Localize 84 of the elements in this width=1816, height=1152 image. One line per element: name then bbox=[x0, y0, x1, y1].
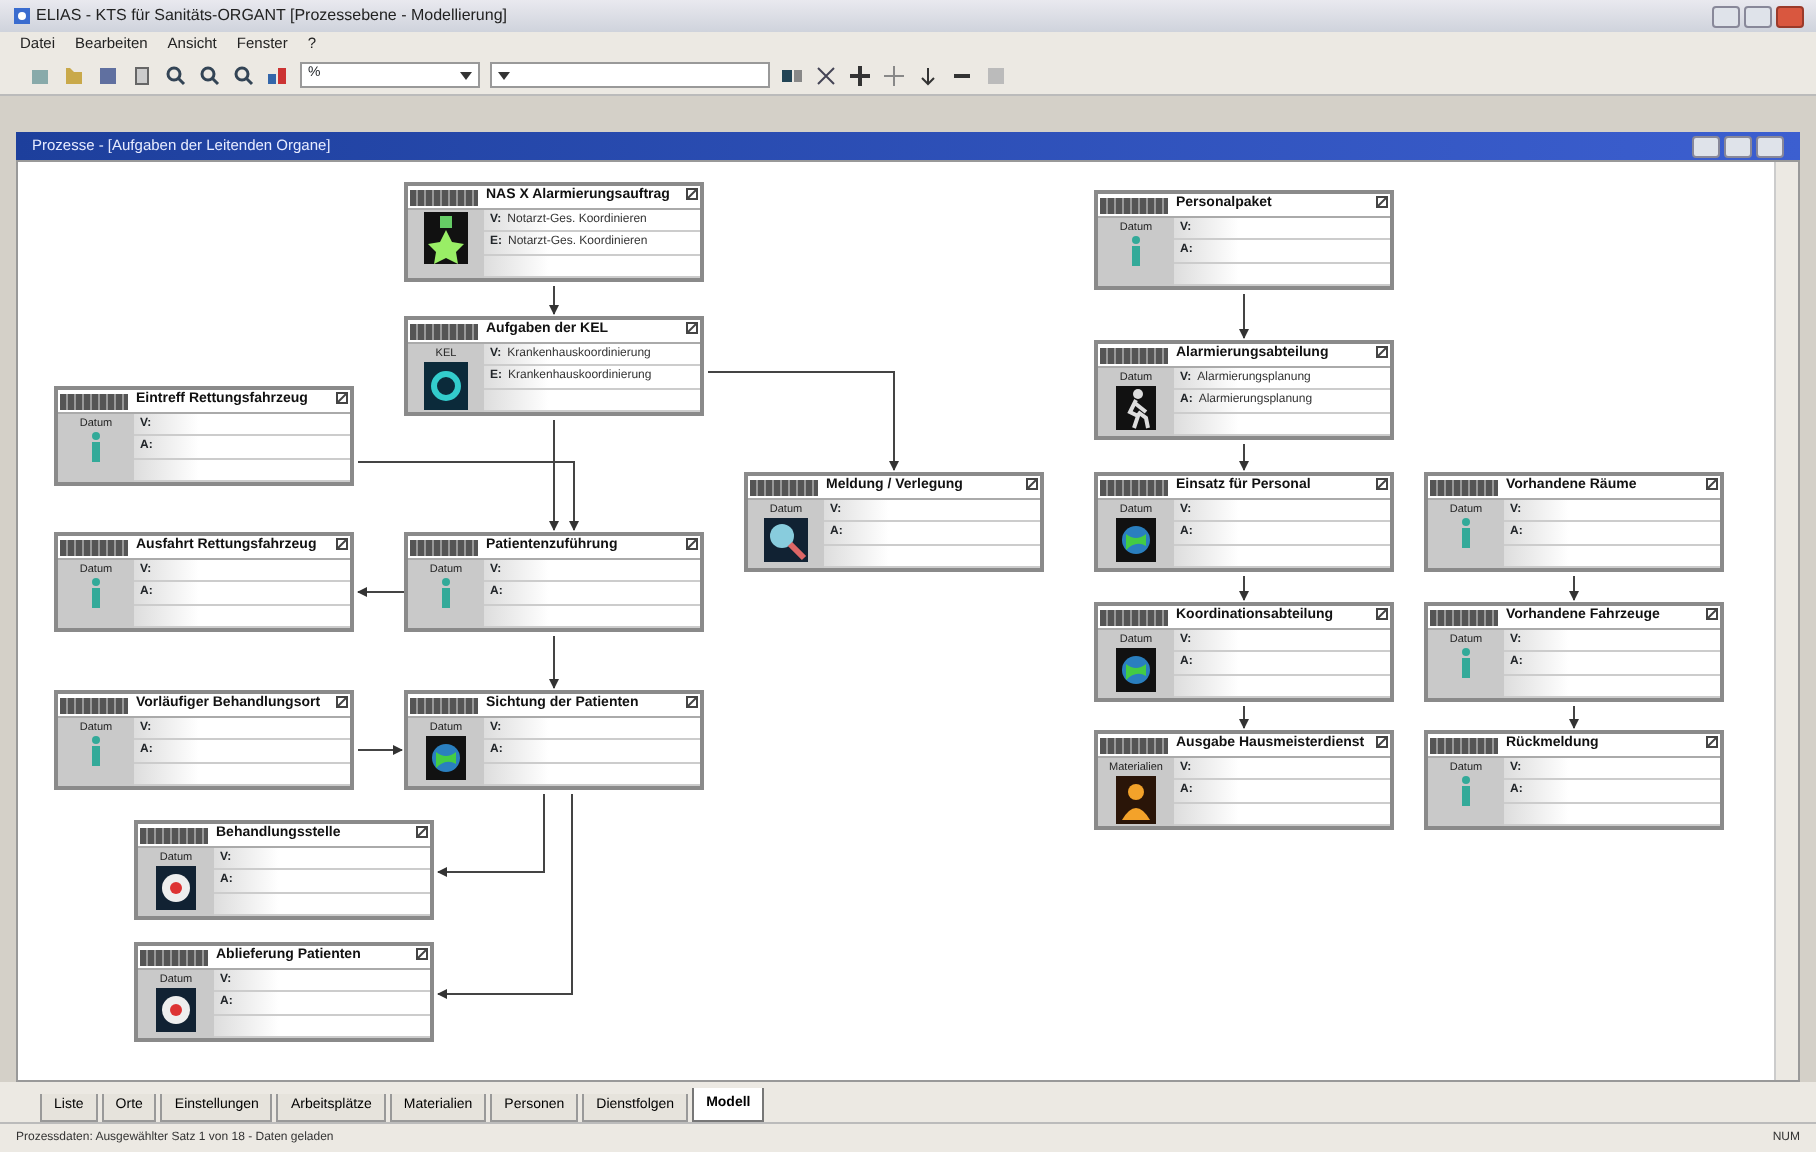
id-code-bar bbox=[1100, 479, 1168, 495]
figure-icon bbox=[1462, 648, 1470, 679]
search-icon[interactable] bbox=[232, 63, 256, 87]
connector-arrow bbox=[549, 635, 559, 689]
caret-icon bbox=[498, 71, 510, 79]
globe-icon bbox=[1116, 648, 1156, 693]
id-code-bar bbox=[1430, 609, 1498, 625]
scrollbar[interactable] bbox=[1774, 162, 1798, 1080]
expand-icon[interactable] bbox=[416, 948, 428, 960]
id-code-bar bbox=[1100, 609, 1168, 625]
id-code-bar bbox=[140, 949, 208, 965]
id-code-bar bbox=[1100, 347, 1168, 363]
arrow-icon[interactable] bbox=[916, 63, 940, 87]
figure-icon bbox=[1462, 776, 1470, 807]
connector-arrow bbox=[357, 587, 405, 597]
expand-icon[interactable] bbox=[686, 322, 698, 334]
connector-arrow bbox=[1239, 443, 1249, 471]
expand-icon[interactable] bbox=[1376, 478, 1388, 490]
expand-icon[interactable] bbox=[1376, 608, 1388, 620]
id-code-bar bbox=[410, 323, 478, 339]
connector-arrow bbox=[357, 745, 403, 755]
id-code-bar bbox=[1100, 197, 1168, 213]
expand-icon[interactable] bbox=[1706, 736, 1718, 748]
connector-arrow bbox=[1239, 293, 1249, 339]
expand-icon[interactable] bbox=[1706, 478, 1718, 490]
magnifier-icon bbox=[764, 518, 808, 563]
caret-icon bbox=[460, 71, 472, 79]
id-code-bar bbox=[1100, 737, 1168, 753]
id-code-bar bbox=[410, 539, 478, 555]
expand-icon[interactable] bbox=[336, 538, 348, 550]
expand-icon[interactable] bbox=[336, 696, 348, 708]
minimize-button[interactable] bbox=[1712, 5, 1740, 27]
connector-arrow bbox=[1569, 575, 1579, 601]
connector-arrow bbox=[549, 285, 559, 315]
cross-icon[interactable] bbox=[814, 63, 838, 87]
search-field[interactable] bbox=[490, 62, 770, 88]
id-code-bar bbox=[60, 697, 128, 713]
search-icon[interactable] bbox=[198, 63, 222, 87]
close-button[interactable] bbox=[1756, 135, 1784, 157]
id-code-bar bbox=[750, 479, 818, 495]
runner-icon bbox=[1116, 386, 1156, 431]
figure-icon bbox=[1462, 518, 1470, 549]
id-code-bar bbox=[60, 539, 128, 555]
target-icon bbox=[156, 866, 196, 911]
figure-icon bbox=[1132, 236, 1140, 267]
plus-icon[interactable] bbox=[848, 63, 872, 87]
expand-icon[interactable] bbox=[686, 188, 698, 200]
id-code-bar bbox=[140, 827, 208, 843]
minimize-button[interactable] bbox=[1692, 135, 1720, 157]
close-button[interactable] bbox=[1776, 5, 1804, 27]
id-code-bar bbox=[1430, 479, 1498, 495]
print-icon[interactable] bbox=[130, 63, 154, 87]
connector-arrow bbox=[1239, 575, 1249, 601]
expand-icon[interactable] bbox=[1376, 346, 1388, 358]
person-icon bbox=[1116, 776, 1156, 825]
figure-icon bbox=[92, 578, 100, 609]
expand-icon[interactable] bbox=[686, 696, 698, 708]
expand-icon[interactable] bbox=[1376, 736, 1388, 748]
expand-icon[interactable] bbox=[336, 392, 348, 404]
target-icon bbox=[156, 988, 196, 1033]
connector-arrow bbox=[1569, 705, 1579, 729]
app-icon bbox=[12, 6, 32, 26]
expand-icon[interactable] bbox=[416, 826, 428, 838]
connector-arrow bbox=[1239, 705, 1249, 729]
maximize-button[interactable] bbox=[1744, 5, 1772, 27]
window-title: ELIAS - KTS für Sanitäts-ORGANT [Prozessebene - Modellierung] bbox=[36, 4, 508, 28]
expand-icon[interactable] bbox=[1706, 608, 1718, 620]
maximize-button[interactable] bbox=[1724, 135, 1752, 157]
globe-icon bbox=[426, 736, 466, 781]
expand-icon[interactable] bbox=[1026, 478, 1038, 490]
figure-icon bbox=[442, 578, 450, 609]
save-icon[interactable] bbox=[96, 63, 120, 87]
id-code-bar bbox=[410, 697, 478, 713]
expand-icon[interactable] bbox=[1376, 196, 1388, 208]
globe-icon bbox=[1116, 518, 1156, 563]
figure-icon bbox=[92, 736, 100, 767]
chart-icon[interactable] bbox=[266, 63, 290, 87]
ring-icon bbox=[424, 362, 468, 411]
expand-icon[interactable] bbox=[686, 538, 698, 550]
id-code-bar bbox=[1430, 737, 1498, 753]
search-icon[interactable] bbox=[164, 63, 188, 87]
id-code-bar bbox=[410, 189, 478, 205]
id-code-bar bbox=[60, 393, 128, 409]
figure-icon bbox=[92, 432, 100, 463]
